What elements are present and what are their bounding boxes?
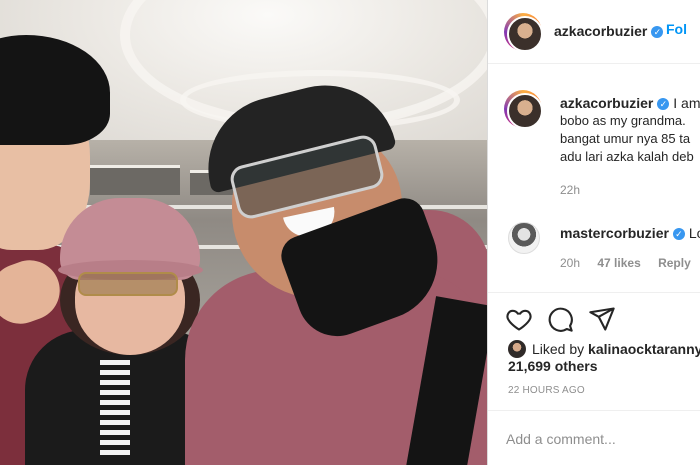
add-comment-input[interactable] — [506, 427, 696, 451]
add-comment-bar — [488, 410, 700, 465]
author-avatar[interactable] — [504, 13, 543, 52]
comment-icon[interactable] — [546, 305, 574, 333]
comment-text: Lo — [688, 225, 700, 241]
liked-by: Liked by kalinaocktaranny — [508, 340, 700, 358]
caption-line: adu lari azka kalah deb — [560, 149, 694, 164]
comment: mastercorbuzier✓ Lo — [560, 225, 700, 241]
caption-timestamp[interactable]: 22h — [560, 183, 580, 197]
author-username[interactable]: azkacorbuzier ✓ — [554, 23, 664, 39]
post-side-panel: azkacorbuzier ✓ Fol azkacorbuzier ✓ I am b… — [487, 0, 700, 465]
liker-username[interactable]: kalinaocktaranny — [588, 341, 700, 357]
verified-badge-icon: ✓ — [651, 26, 664, 38]
action-bar — [488, 292, 700, 342]
caption: azkacorbuzier ✓ I am — [560, 94, 700, 112]
likes-count[interactable]: 21,699 others — [508, 358, 598, 374]
liked-by-prefix: Liked by — [532, 341, 585, 357]
paper-plane-icon[interactable] — [588, 305, 616, 333]
striped-shirt — [100, 360, 130, 460]
caption-line: bobo as my grandma. — [560, 113, 686, 128]
posted-time[interactable]: 22 HOURS AGO — [508, 385, 585, 396]
shopfront — [90, 165, 180, 195]
author-username-text[interactable]: azkacorbuzier — [554, 23, 647, 39]
post-photo[interactable] — [0, 0, 487, 465]
comment-meta: 20h 47 likes Reply — [560, 256, 700, 270]
commenter-avatar[interactable] — [508, 222, 540, 254]
verified-badge-icon: ✓ — [657, 98, 670, 110]
comment-likes[interactable]: 47 likes — [597, 256, 640, 270]
verified-badge-icon: ✓ — [672, 228, 685, 240]
comment-time[interactable]: 20h — [560, 256, 580, 270]
follow-button[interactable]: Fol — [666, 21, 687, 37]
grandma-sunglasses — [78, 272, 178, 296]
liker-avatar[interactable] — [508, 340, 526, 358]
commenter-username[interactable]: mastercorbuzier — [560, 225, 669, 241]
caption-line: bangat umur nya 85 ta — [560, 131, 691, 146]
post-header: azkacorbuzier ✓ Fol — [488, 0, 700, 64]
caption-avatar[interactable] — [504, 90, 543, 129]
caption-username[interactable]: azkacorbuzier — [560, 95, 653, 111]
reply-button[interactable]: Reply — [658, 256, 691, 270]
caption-text-start: I am — [673, 95, 700, 111]
heart-icon[interactable] — [505, 305, 533, 333]
